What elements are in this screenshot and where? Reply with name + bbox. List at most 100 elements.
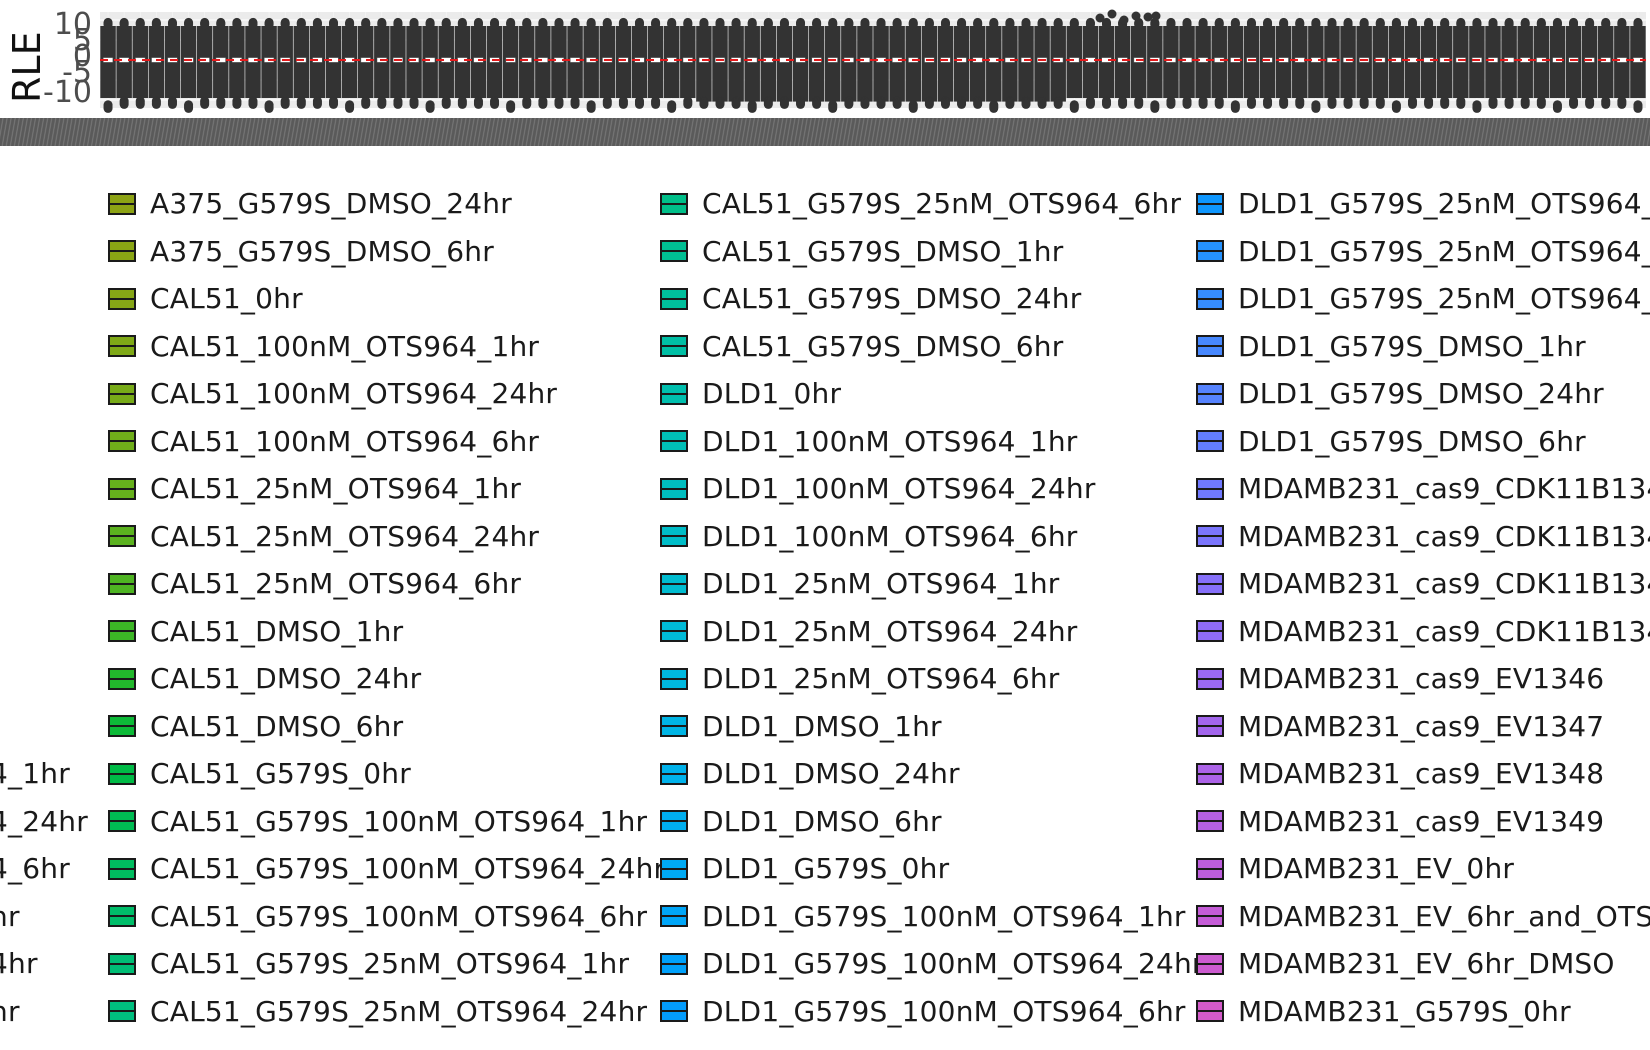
outlier-point <box>715 20 725 30</box>
outlier-point <box>151 20 161 30</box>
outlier-point <box>216 99 226 109</box>
outlier-band <box>969 26 986 102</box>
outlier-point <box>1151 11 1161 21</box>
legend-label: CAL51_100nM_OTS964_24hr <box>150 377 558 411</box>
outlier-point <box>296 99 306 109</box>
legend-key <box>660 335 688 358</box>
legend-key <box>660 1000 688 1023</box>
outlier-point <box>1263 99 1273 109</box>
outlier-band <box>953 26 970 102</box>
legend-item: CAL51_0hr <box>108 275 665 323</box>
outlier-point <box>184 103 194 113</box>
outlier-point <box>103 20 113 30</box>
outlier-point <box>296 20 306 30</box>
outlier-point <box>1107 9 1117 19</box>
outlier-point <box>1391 103 1401 113</box>
legend-item: MDAMB231_G579S_0hr <box>1196 988 1650 1036</box>
legend-column: DLD1_G579S_25nM_OTS964_ DLD1_G579S_25nM_O… <box>1196 180 1650 1035</box>
legend-label: CAL51_G579S_25nM_OTS964_1hr <box>150 947 630 981</box>
outlier-point <box>1214 99 1224 109</box>
legend-label: MDAMB231_EV_0hr <box>1238 852 1515 886</box>
outlier-band <box>905 26 921 102</box>
legend-key <box>1196 335 1224 358</box>
legend-item: DLD1_0hr <box>660 370 1204 418</box>
legend-item: DLD1_G579S_DMSO_24hr <box>1196 370 1650 418</box>
outlier-point <box>1037 99 1047 109</box>
legend-label: DLD1_G579S_100nM_OTS964_1hr <box>702 899 1186 933</box>
legend-item: MDAMB231_EV_0hr <box>1196 845 1650 893</box>
legend-label: DLD1_G579S_25nM_OTS964_ <box>1238 282 1650 316</box>
outlier-point <box>1601 99 1611 109</box>
outlier-point <box>1343 99 1353 109</box>
outlier-point <box>989 20 999 30</box>
legend-label: DLD1_DMSO_24hr <box>702 757 960 791</box>
outlier-point <box>667 103 677 113</box>
outlier-point <box>1633 20 1643 30</box>
outlier-band <box>857 26 873 102</box>
legend-label: CAL51_G579S_25nM_OTS964_6hr <box>702 187 1182 221</box>
legend-key <box>660 715 688 738</box>
legend-key <box>660 525 688 548</box>
legend-column: 54_1hr 54_24hr 54_6hr 1hr 24hr 6hr <box>0 180 88 1035</box>
outlier-point <box>135 20 145 30</box>
outlier-point <box>103 103 113 113</box>
outlier-point <box>1440 99 1450 109</box>
outlier-point <box>184 20 194 30</box>
legend-item: CAL51_25nM_OTS964_24hr <box>108 513 665 561</box>
outlier-point <box>1182 99 1192 109</box>
outlier-point <box>1601 20 1611 30</box>
outlier-point <box>1311 103 1321 113</box>
outlier-point <box>1456 99 1466 109</box>
outlier-point <box>1143 12 1153 22</box>
outlier-band <box>921 26 938 102</box>
legend-label: DLD1_100nM_OTS964_24hr <box>702 472 1096 506</box>
outlier-point <box>200 99 210 109</box>
outlier-point <box>232 20 242 30</box>
outlier-point <box>1198 20 1208 30</box>
outlier-point <box>1214 20 1224 30</box>
legend-key <box>660 572 688 595</box>
legend-key <box>1196 857 1224 880</box>
legend-item: CAL51_G579S_DMSO_24hr <box>660 275 1204 323</box>
outlier-point <box>1005 20 1015 30</box>
legend-column: A375_G579S_DMSO_24hr A375_G579S_DMSO_6hr C… <box>108 180 665 1035</box>
outlier-point <box>1569 20 1579 30</box>
outlier-point <box>731 20 741 30</box>
legend-label: MDAMB231_EV_6hr_DMSO <box>1238 947 1615 981</box>
outlier-point <box>1069 103 1079 113</box>
legend-label: DLD1_G579S_0hr <box>702 852 950 886</box>
legend-label: DLD1_0hr <box>702 377 842 411</box>
legend-item: DLD1_G579S_100nM_OTS964_6hr <box>660 988 1204 1036</box>
outlier-point <box>490 20 500 30</box>
legend-label: CAL51_100nM_OTS964_6hr <box>150 424 540 458</box>
legend-item: CAL51_100nM_OTS964_1hr <box>108 323 665 371</box>
outlier-point <box>1552 103 1562 113</box>
outlier-point <box>490 99 500 109</box>
legend-label: DLD1_25nM_OTS964_1hr <box>702 567 1060 601</box>
legend-item: 24hr <box>0 940 88 988</box>
outlier-point <box>538 20 548 30</box>
legend-label: MDAMB231_cas9_CDK11B134 <box>1238 472 1650 506</box>
outlier-point <box>844 20 854 30</box>
x-axis-tick-labels <box>0 118 1650 146</box>
outlier-point <box>1617 99 1627 109</box>
legend-item: DLD1_DMSO_24hr <box>660 750 1204 798</box>
outlier-point <box>699 99 709 109</box>
outlier-point <box>602 20 612 30</box>
outlier-point <box>312 20 322 30</box>
outlier-band <box>1034 26 1050 102</box>
legend-item: MDAMB231_cas9_EV1347 <box>1196 703 1650 751</box>
outlier-point <box>1246 20 1256 30</box>
outlier-point <box>361 99 371 109</box>
legend-key <box>108 1000 136 1023</box>
outlier-point <box>1617 20 1627 30</box>
outlier-point <box>699 20 709 30</box>
outlier-point <box>1134 20 1144 30</box>
legend-item: CAL51_DMSO_24hr <box>108 655 665 703</box>
legend-key <box>108 287 136 310</box>
legend-item: MDAMB231_cas9_EV1349 <box>1196 798 1650 846</box>
legend-key <box>108 192 136 215</box>
legend-label: CAL51_G579S_DMSO_24hr <box>702 282 1082 316</box>
legend-key <box>108 905 136 928</box>
legend-item: CAL51_G579S_DMSO_1hr <box>660 228 1204 276</box>
